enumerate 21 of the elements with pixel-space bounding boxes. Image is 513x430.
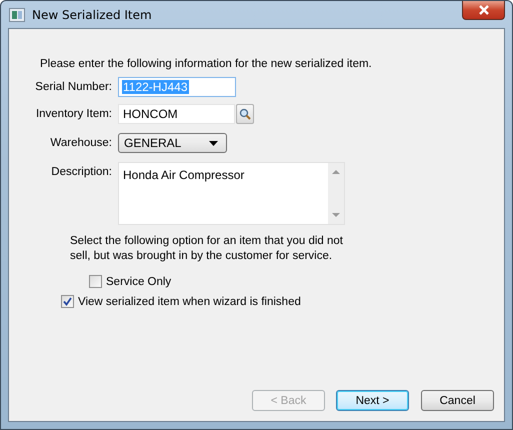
wizard-button[interactable]: Next >	[336, 390, 409, 411]
checkbox[interactable]	[61, 295, 74, 308]
close-button[interactable]	[462, 1, 505, 20]
wizard-button[interactable]: Cancel	[421, 390, 494, 411]
checkbox-label: View serialized item when wizard is finished	[78, 296, 301, 308]
checkbox-label: Service Only	[106, 276, 172, 288]
field-label: Inventory Item:	[34, 108, 113, 120]
field-label: Serial Number:	[34, 81, 113, 93]
wizard-button: < Back	[252, 390, 325, 411]
close-icon	[478, 5, 490, 15]
warehouse-dropdown[interactable]: GENERAL	[118, 133, 227, 153]
instruction-text: Please enter the following information for the new serialized item.	[40, 58, 373, 70]
option-description: Select the following option for an item that you did not sell, but was brought in by the customer for service.	[70, 234, 344, 264]
inventory-item-field[interactable]: HONCOM	[118, 104, 235, 124]
field-label: Warehouse:	[49, 137, 113, 149]
search-button[interactable]	[236, 104, 254, 124]
caret-icon	[209, 140, 218, 146]
window-icon	[9, 8, 25, 22]
checkbox[interactable]	[89, 275, 102, 288]
field-label: Description:	[50, 165, 113, 178]
window-title: New Serialized Item	[32, 8, 152, 22]
